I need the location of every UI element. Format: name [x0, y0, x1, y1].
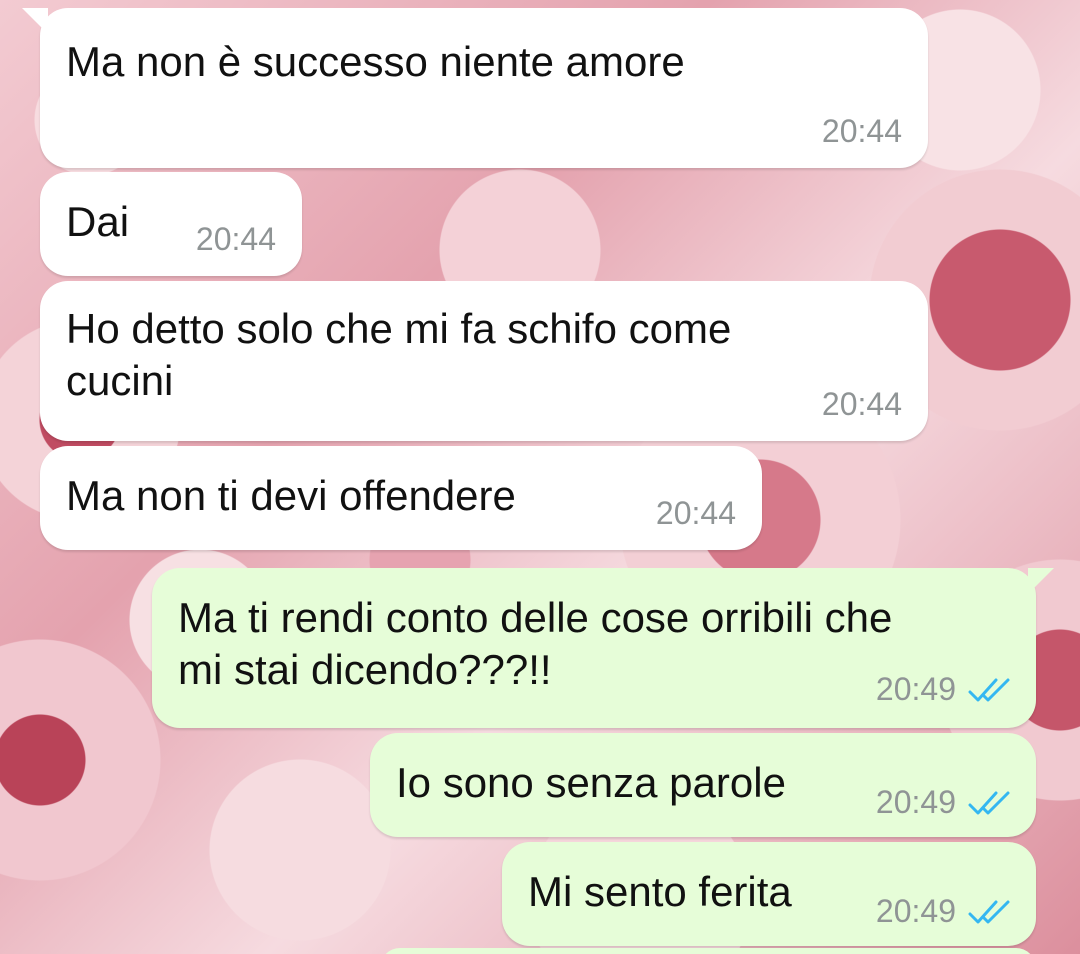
message-bubble-outgoing[interactable]: Mi sento ferita 20:49 [502, 842, 1036, 946]
message-bubble-incoming[interactable]: Ma non ti devi offendere 20:44 [40, 446, 762, 550]
read-double-check-icon [968, 789, 1012, 817]
message-time: 20:44 [655, 495, 736, 531]
message-meta: 20:44 [822, 386, 902, 423]
message-bubble-incoming[interactable]: Dai 20:44 [40, 172, 302, 276]
message-bubble-incoming[interactable]: Ma non è successo niente amore 20:44 [22, 8, 928, 168]
message-bubble-outgoing[interactable]: Ma ti rendi conto delle cose orribili ch… [152, 568, 1054, 728]
message-meta: 20:44 [196, 221, 276, 258]
read-double-check-icon [968, 898, 1012, 926]
message-meta: 20:49 [876, 893, 1012, 930]
message-bubble-outgoing-partial[interactable] [380, 948, 1036, 954]
message-time: 20:44 [821, 386, 902, 422]
read-double-check-icon [968, 676, 1012, 704]
message-meta: 20:44 [656, 495, 736, 532]
bubble-tail [1028, 568, 1054, 594]
message-time: 20:49 [875, 893, 956, 929]
message-text: Ma non è successo niente amore [66, 38, 685, 85]
message-time: 20:44 [195, 221, 276, 257]
message-text: Mi sento ferita [528, 868, 792, 915]
message-meta: 20:49 [876, 671, 1012, 708]
message-meta: 20:44 [822, 113, 902, 150]
message-time: 20:49 [875, 671, 956, 707]
message-bubble-incoming[interactable]: Ho detto solo che mi fa schifo come cuci… [40, 281, 928, 441]
message-text: Ma non ti devi offendere [66, 472, 516, 519]
message-time: 20:44 [821, 113, 902, 149]
message-time: 20:49 [875, 784, 956, 820]
message-bubble-outgoing[interactable]: Io sono senza parole 20:49 [370, 733, 1036, 837]
message-text: Ho detto solo che mi fa schifo come cuci… [66, 305, 732, 404]
message-text: Ma ti rendi conto delle cose orribili ch… [178, 594, 893, 693]
message-text: Dai [66, 198, 130, 245]
bubble-tail [22, 8, 48, 34]
message-text: Io sono senza parole [396, 759, 786, 806]
message-meta: 20:49 [876, 784, 1012, 821]
